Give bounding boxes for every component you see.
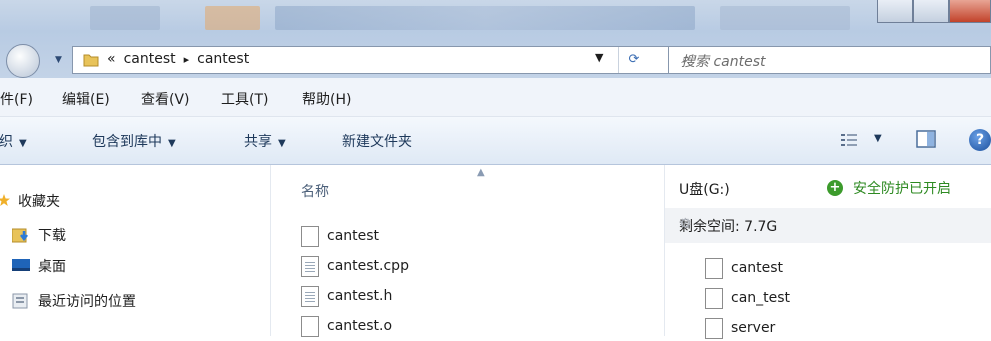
file-icon bbox=[301, 225, 319, 247]
window-controls bbox=[877, 0, 991, 24]
file-name: cantest bbox=[327, 228, 380, 244]
share-button[interactable]: 共享 ▼ bbox=[244, 131, 286, 151]
download-folder-icon bbox=[11, 227, 30, 243]
view-dropdown-icon[interactable]: ▼ bbox=[874, 133, 882, 144]
navigation-pane: 收藏夹 下载 桌面 最近访问的位置 bbox=[0, 165, 268, 336]
shield-plus-icon: + bbox=[827, 180, 843, 196]
sidebar-item-label: 下载 bbox=[38, 228, 66, 244]
history-dropdown-icon[interactable]: ▼ bbox=[55, 55, 62, 65]
star-icon bbox=[0, 193, 10, 209]
dropdown-caret-icon: ▼ bbox=[168, 138, 176, 149]
dropdown-caret-icon: ▼ bbox=[278, 138, 286, 149]
file-icon bbox=[301, 315, 319, 337]
sidebar-item-recent[interactable]: 最近访问的位置 bbox=[12, 289, 136, 313]
list-item[interactable]: server bbox=[705, 315, 775, 341]
file-list: ▲ 名称 cantest cantest.cpp cantest.h cante… bbox=[270, 165, 665, 339]
share-label: 共享 bbox=[244, 134, 272, 150]
list-item[interactable]: cantest bbox=[705, 255, 783, 281]
sort-arrow-icon: ▲ bbox=[477, 167, 485, 178]
file-name: cantest.o bbox=[327, 318, 393, 334]
file-name: cantest.h bbox=[327, 288, 393, 304]
breadcrumb: « cantest ▸ cantest bbox=[107, 51, 249, 67]
view-options-icon[interactable] bbox=[840, 132, 858, 148]
file-icon bbox=[705, 257, 723, 279]
sidebar-item-desktop[interactable]: 桌面 bbox=[12, 254, 66, 278]
file-name: can_test bbox=[731, 290, 791, 306]
search-icon[interactable]: ⌕ bbox=[681, 51, 988, 67]
recent-places-icon bbox=[12, 293, 30, 309]
breadcrumb-separator[interactable]: ▸ bbox=[184, 53, 190, 66]
desktop-icon bbox=[12, 258, 30, 274]
command-bar: 组织 ▼ 包含到库中 ▼ 共享 ▼ 新建文件夹 ▼ ? bbox=[0, 117, 991, 165]
menu-edit[interactable]: 编辑(E) bbox=[62, 89, 110, 109]
blurred-bg bbox=[90, 6, 160, 30]
address-bar[interactable]: « cantest ▸ cantest ▼ ⟳ bbox=[72, 46, 669, 74]
file-icon bbox=[705, 287, 723, 309]
file-name: cantest bbox=[731, 260, 784, 276]
sidebar-item-label: 收藏夹 bbox=[18, 194, 60, 210]
preview-pane-icon[interactable] bbox=[916, 130, 936, 148]
sidebar-item-favorites[interactable]: 收藏夹 bbox=[0, 189, 60, 213]
sidebar-item-downloads[interactable]: 下载 bbox=[11, 223, 66, 247]
file-icon bbox=[705, 317, 723, 339]
sidebar-item-label: 桌面 bbox=[38, 259, 66, 275]
drive-title: U盘(G:) bbox=[679, 182, 730, 198]
file-name: cantest.cpp bbox=[327, 258, 409, 274]
menu-bar: 件(F) 编辑(E) 查看(V) 工具(T) 帮助(H) bbox=[0, 78, 991, 117]
protection-status[interactable]: + 安全防护已开启 bbox=[827, 178, 951, 198]
breadcrumb-overflow[interactable]: « bbox=[107, 51, 116, 67]
list-item[interactable]: cantest bbox=[301, 223, 379, 249]
address-dropdown-icon[interactable]: ▼ bbox=[595, 51, 603, 64]
file-icon bbox=[301, 255, 319, 277]
blurred-bg bbox=[720, 6, 850, 30]
breadcrumb-item[interactable]: cantest bbox=[124, 51, 176, 67]
free-space-row: 剩余空间: 7.7G ⚙ bbox=[665, 208, 991, 243]
list-item[interactable]: cantest.cpp bbox=[301, 253, 409, 279]
blurred-bg bbox=[205, 6, 260, 30]
column-header-name[interactable]: 名称 bbox=[301, 181, 329, 201]
gear-icon[interactable]: ⚙ bbox=[679, 216, 991, 232]
list-item[interactable]: cantest.h bbox=[301, 283, 392, 309]
back-button[interactable] bbox=[6, 44, 40, 78]
new-folder-button[interactable]: 新建文件夹 bbox=[342, 131, 412, 151]
menu-view[interactable]: 查看(V) bbox=[141, 89, 190, 109]
title-bar: ▼ « cantest ▸ cantest ▼ ⟳ 搜索 cantest ⌕ bbox=[0, 0, 991, 78]
sidebar-item-label: 最近访问的位置 bbox=[38, 294, 136, 310]
file-name: server bbox=[731, 320, 776, 336]
list-item[interactable]: can_test bbox=[705, 285, 790, 311]
menu-help[interactable]: 帮助(H) bbox=[302, 89, 351, 109]
minimize-button[interactable] bbox=[877, 0, 913, 23]
close-button[interactable] bbox=[949, 0, 991, 23]
search-input[interactable]: 搜索 cantest ⌕ bbox=[668, 46, 991, 74]
menu-file[interactable]: 件(F) bbox=[0, 89, 33, 109]
protection-label: 安全防护已开启 bbox=[853, 181, 951, 197]
menu-tools[interactable]: 工具(T) bbox=[221, 89, 268, 109]
breadcrumb-item[interactable]: cantest bbox=[197, 51, 249, 67]
organize-label: 组织 bbox=[0, 134, 13, 150]
help-icon[interactable]: ? bbox=[969, 129, 991, 151]
blurred-bg bbox=[275, 6, 695, 30]
refresh-icon[interactable]: ⟳ bbox=[618, 47, 649, 73]
maximize-button[interactable] bbox=[913, 0, 949, 23]
list-item[interactable]: cantest.o bbox=[301, 313, 392, 339]
include-library-label: 包含到库中 bbox=[92, 134, 162, 150]
organize-button[interactable]: 组织 ▼ bbox=[0, 131, 27, 151]
file-icon bbox=[301, 285, 319, 307]
include-library-button[interactable]: 包含到库中 ▼ bbox=[92, 131, 176, 151]
dropdown-caret-icon: ▼ bbox=[19, 138, 27, 149]
details-pane: U盘(G:) + 安全防护已开启 剩余空间: 7.7G ⚙ cantest ca… bbox=[664, 165, 991, 339]
folder-icon bbox=[83, 54, 99, 67]
